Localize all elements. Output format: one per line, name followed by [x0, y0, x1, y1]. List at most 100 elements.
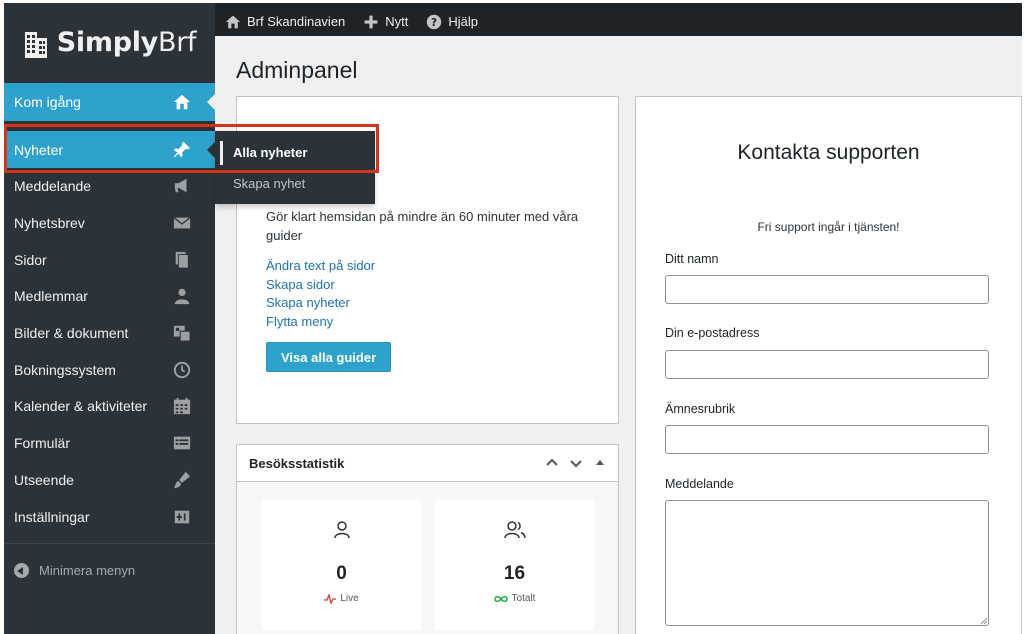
adminbar-new-label: Nytt [385, 14, 409, 29]
stats-panel: Besöksstatistik 0 Live 16 Totalt [236, 444, 619, 634]
guide-link-change-text[interactable]: Ändra text på sidor [266, 257, 375, 276]
envelope-icon [173, 217, 191, 229]
adminbar-site-label: Brf Skandinavien [247, 14, 346, 29]
adminbar-new-button[interactable]: Nytt [354, 7, 417, 36]
sidebar-item-sidor[interactable]: Sidor [4, 241, 215, 278]
submenu-item-create-news[interactable]: Skapa nyhet [215, 168, 375, 199]
plus-icon [364, 15, 378, 28]
pin-icon [173, 141, 191, 157]
stat-label-total: Totalt [435, 593, 594, 604]
sidebar-item-label: Meddelande [14, 178, 92, 195]
collapse-icon [14, 563, 29, 578]
support-title: Kontakta supporten [737, 141, 920, 164]
stat-card-live: 0 Live [262, 500, 421, 630]
news-submenu: Alla nyheter Skapa nyhet [215, 131, 375, 204]
guide-link-create-pages[interactable]: Skapa sidor [266, 276, 375, 295]
move-up-button[interactable] [542, 453, 562, 473]
message-label: Meddelande [665, 477, 734, 491]
media-icon [173, 325, 191, 342]
stat-label-live-text: Live [340, 593, 359, 604]
sidebar-item-bokningssystem[interactable]: Bokningssystem [4, 351, 215, 388]
sidebar-item-formular[interactable]: Formulär [4, 425, 215, 462]
toggle-panel-button[interactable] [590, 453, 610, 473]
user-icon [333, 521, 350, 539]
stats-header: Besöksstatistik [237, 445, 618, 482]
menu-divider [4, 543, 215, 544]
users-icon [503, 521, 526, 539]
sidebar-item-bilder-dokument[interactable]: Bilder & dokument [4, 315, 215, 352]
page-title: Adminpanel [236, 57, 358, 83]
chevron-down-icon [570, 460, 582, 468]
stat-card-total: 16 Totalt [435, 500, 594, 630]
sidebar-item-label: Bilder & dokument [14, 325, 129, 342]
stats-controls [542, 453, 610, 473]
sidebar-item-meddelande[interactable]: Meddelande [4, 168, 215, 205]
submenu-item-all-news[interactable]: Alla nyheter [215, 137, 375, 168]
guide-links: Ändra text på sidor Skapa sidor Skapa ny… [266, 257, 375, 331]
sidebar-item-kom-igang[interactable]: Kom igång [4, 83, 215, 121]
logo[interactable]: SimplyBrf [4, 3, 215, 82]
email-label: Din e-postadress [665, 326, 760, 340]
pages-icon [175, 251, 189, 269]
message-field[interactable] [665, 500, 989, 626]
user-icon [174, 289, 190, 305]
svg-text:?: ? [431, 17, 437, 29]
infinity-icon [493, 595, 508, 602]
sidebar-item-utseende[interactable]: Utseende [4, 462, 215, 499]
form-icon [173, 436, 191, 450]
brush-icon [173, 471, 191, 488]
sidebar-item-label: Inställningar [14, 508, 90, 525]
adminbar-site-link[interactable]: Brf Skandinavien [215, 7, 354, 36]
sidebar-item-nyhetsbrev[interactable]: Nyhetsbrev [4, 205, 215, 242]
guides-description: Gör klart hemsidan på mindre än 60 minut… [266, 209, 579, 243]
collapse-menu-button[interactable]: Minimera menyn [14, 563, 135, 578]
show-all-guides-button[interactable]: Visa alla guider [266, 342, 392, 372]
sidebar-item-installningar[interactable]: Inställningar [4, 498, 215, 535]
stat-value-live: 0 [336, 563, 347, 584]
guide-link-create-news[interactable]: Skapa nyheter [266, 294, 375, 313]
adminbar-help-button[interactable]: ? Hjälp [417, 7, 487, 36]
stat-value-total: 16 [503, 563, 526, 584]
help-icon: ? [427, 14, 442, 29]
sidebar: SimplyBrf Kom igång Nyheter Meddelande N… [4, 3, 215, 634]
admin-bar: Brf Skandinavien Nytt ? Hjälp [215, 7, 1022, 36]
sidebar-item-label: Sidor [14, 251, 47, 268]
subject-field[interactable] [665, 425, 989, 454]
sidebar-menu: Kom igång Nyheter Meddelande Nyhetsbrev … [4, 83, 215, 535]
sidebar-item-label: Bokningssystem [14, 361, 116, 378]
support-panel: Kontakta supporten Fri support ingår i t… [635, 96, 1022, 634]
name-field[interactable] [665, 275, 989, 304]
guide-link-move-menu[interactable]: Flytta meny [266, 313, 375, 332]
brand-name: SimplyBrf [56, 27, 197, 58]
stats-title: Besöksstatistik [249, 455, 345, 471]
stat-label-total-text: Totalt [511, 593, 536, 604]
stat-label-live: Live [262, 593, 421, 604]
app-frame: SimplyBrf Kom igång Nyheter Meddelande N… [4, 3, 1022, 634]
subject-label: Ämnesrubrik [665, 402, 736, 416]
megaphone-icon [174, 179, 187, 193]
sidebar-item-label: Medlemmar [14, 288, 88, 305]
sidebar-item-label: Nyheter [14, 141, 64, 158]
sidebar-item-label: Kalender & aktiviteter [14, 398, 148, 415]
pulse-icon [324, 593, 337, 604]
sidebar-item-kalender[interactable]: Kalender & aktiviteter [4, 388, 215, 425]
chevron-up-icon [546, 458, 558, 466]
support-subtitle: Fri support ingår i tjänsten! [757, 220, 900, 234]
building-icon [24, 31, 47, 58]
sidebar-item-nyheter[interactable]: Nyheter [4, 131, 215, 168]
settings-icon [174, 510, 190, 523]
email-field[interactable] [665, 350, 989, 379]
adminbar-help-label: Hjälp [448, 14, 479, 29]
home-icon [225, 15, 241, 28]
move-down-button[interactable] [566, 453, 586, 473]
triangle-up-icon [596, 460, 604, 465]
sidebar-item-label: Formulär [14, 435, 71, 452]
resize-grip-icon[interactable] [979, 616, 988, 625]
calendar-icon [173, 398, 191, 415]
sidebar-item-medlemmar[interactable]: Medlemmar [4, 278, 215, 315]
sidebar-item-label: Kom igång [14, 94, 81, 110]
name-label: Ditt namn [665, 252, 719, 266]
collapse-label: Minimera menyn [39, 563, 136, 578]
sidebar-item-label: Utseende [14, 471, 74, 488]
stats-body: 0 Live 16 Totalt [237, 482, 618, 634]
